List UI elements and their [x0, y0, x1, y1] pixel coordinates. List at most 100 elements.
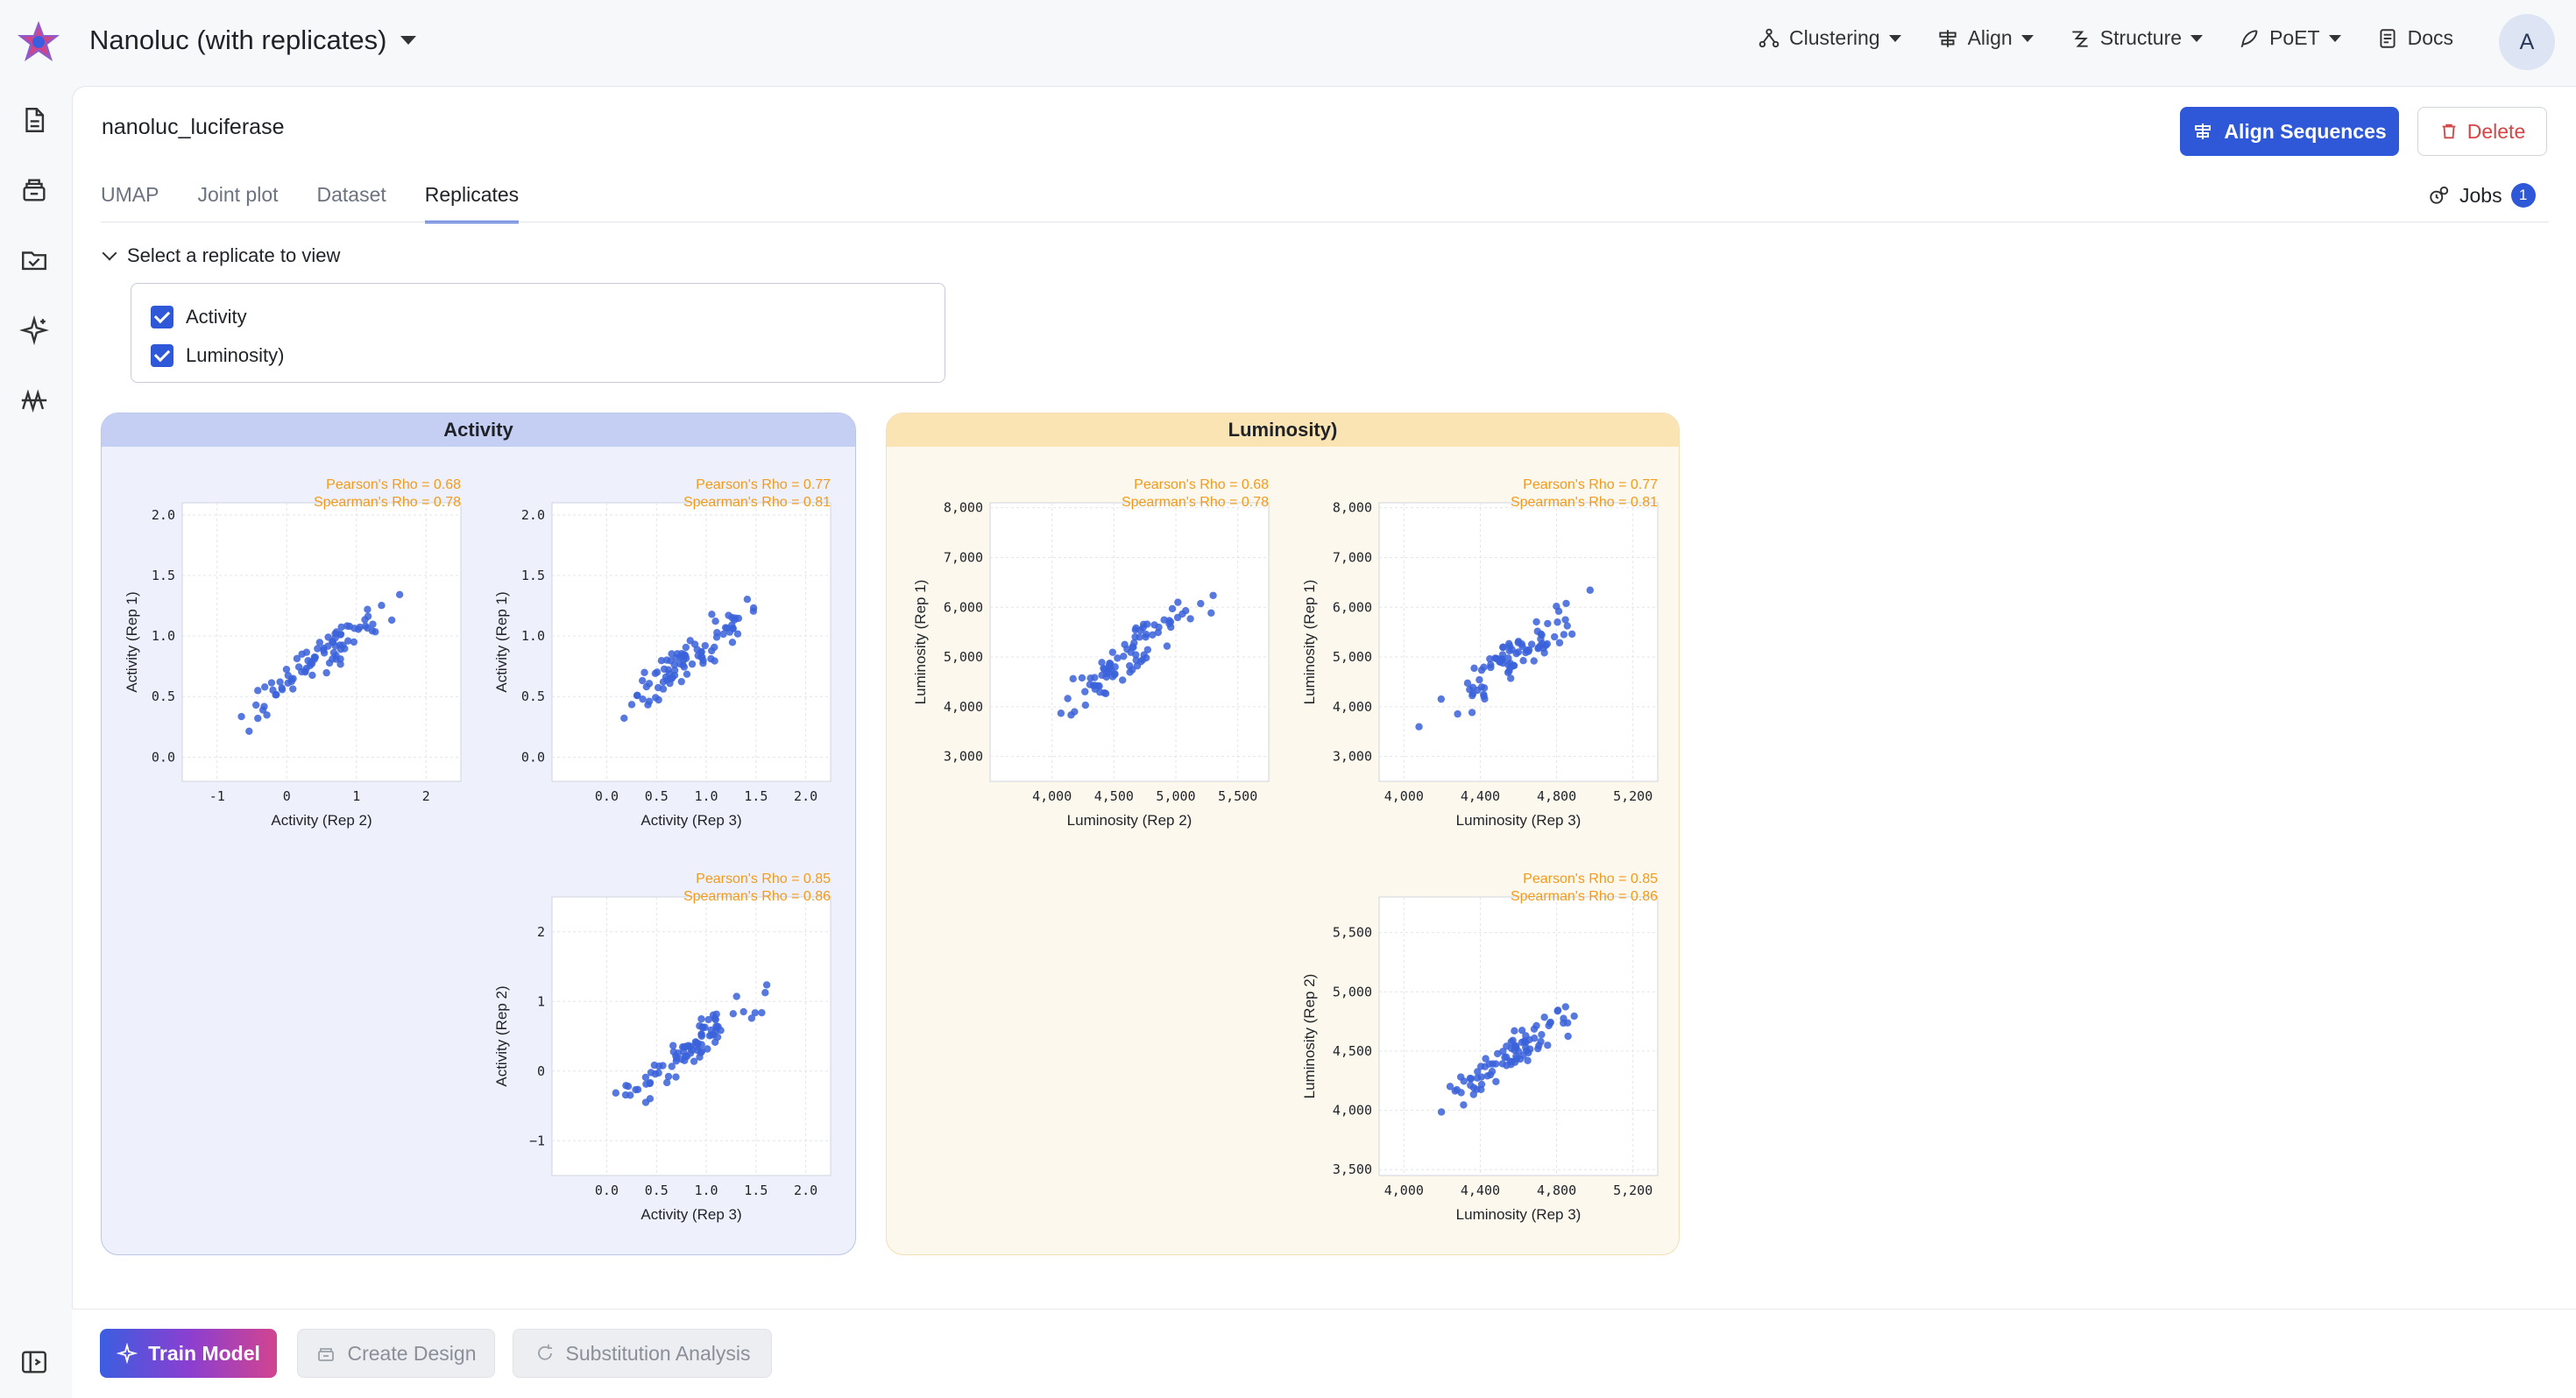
- data-point: [642, 682, 651, 691]
- data-point: [1078, 674, 1086, 682]
- y-tick-label: 3,500: [1333, 1161, 1372, 1177]
- data-point: [733, 630, 742, 638]
- data-point: [1511, 1027, 1518, 1035]
- app-logo-icon[interactable]: [16, 19, 61, 65]
- design-icon: [318, 1348, 335, 1361]
- jobs-button[interactable]: Jobs 1: [2428, 183, 2536, 208]
- x-axis-label: Luminosity (Rep 2): [1067, 812, 1192, 829]
- delete-button[interactable]: Delete: [2417, 107, 2547, 156]
- spearman-annotation: Spearman's Rho = 0.86: [1511, 889, 1658, 904]
- data-point: [1207, 609, 1215, 618]
- luminosity-scatter-plots: 4,000 4,500 5,000 5,500 8,000 7,000 6,000 5,000…: [912, 477, 1659, 1223]
- substitution-analysis-button[interactable]: Substitution Analysis: [513, 1329, 772, 1378]
- data-point: [298, 650, 306, 658]
- data-point: [1568, 630, 1576, 639]
- sidebar-item-documents[interactable]: [19, 105, 51, 137]
- y-tick-label: −1: [529, 1133, 545, 1148]
- tab-replicates[interactable]: Replicates: [424, 183, 520, 223]
- menu-label: Structure: [2099, 26, 2183, 49]
- menu-structure[interactable]: Structure: [2069, 26, 2204, 50]
- project-selector[interactable]: Nanoluc (with replicates): [89, 25, 417, 56]
- scatter-plot-2: 0.0 0.5 1.0 1.5 2.0 2 1 0 −1 Activity (Rep 3) Acti…: [493, 872, 832, 1223]
- data-point: [361, 616, 369, 624]
- scatter-plot-3: 4,000 4,500 5,000 5,500 8,000 7,000 6,000 5,000…: [912, 477, 1270, 829]
- data-point: [1480, 663, 1488, 671]
- create-design-button[interactable]: Create Design: [297, 1329, 495, 1378]
- chevron-down-icon: [2328, 34, 2341, 42]
- data-point: [1150, 621, 1158, 629]
- menu-clustering[interactable]: Clustering: [1758, 26, 1901, 50]
- data-point: [1493, 1049, 1502, 1058]
- sparkle-icon: [117, 1343, 138, 1364]
- data-point: [350, 638, 358, 646]
- data-point: [1081, 688, 1089, 695]
- data-point: [725, 628, 734, 636]
- data-point: [1532, 1021, 1540, 1030]
- data-point: [372, 628, 379, 636]
- data-point: [672, 1073, 680, 1081]
- replicate-option-activity[interactable]: Activity: [151, 298, 925, 336]
- folder-check-icon: [22, 251, 46, 271]
- data-point: [1131, 632, 1139, 641]
- checkbox-checked[interactable]: [151, 306, 173, 328]
- x-axis-label: Luminosity (Rep 3): [1456, 812, 1582, 829]
- data-point: [1437, 1108, 1446, 1116]
- x-tick-label: 0: [283, 788, 291, 804]
- y-tick-label: 1.5: [521, 568, 545, 583]
- data-point: [387, 616, 396, 625]
- x-tick-label: 1.0: [694, 788, 718, 804]
- data-point: [267, 679, 276, 687]
- y-tick-label: 0: [537, 1063, 545, 1079]
- data-point: [1544, 1041, 1552, 1049]
- data-point: [1492, 654, 1501, 663]
- menu-align[interactable]: Align: [1936, 26, 2034, 50]
- pearson-annotation: Pearson's Rho = 0.68: [326, 477, 461, 492]
- data-point: [646, 1079, 654, 1088]
- data-point: [655, 1069, 662, 1077]
- data-point: [1519, 657, 1527, 665]
- replicate-selector-toggle[interactable]: Select a replicate to view: [102, 244, 341, 267]
- checkbox-checked[interactable]: [151, 344, 173, 367]
- replicate-selector-label: Select a replicate to view: [127, 244, 341, 266]
- spearman-annotation: Spearman's Rho = 0.78: [314, 495, 461, 510]
- data-point: [1160, 616, 1168, 624]
- tab-umap[interactable]: UMAP: [101, 183, 159, 223]
- tab-dataset[interactable]: Dataset: [317, 183, 386, 223]
- menu-docs[interactable]: Docs: [2376, 26, 2453, 50]
- data-point: [666, 679, 674, 688]
- tab-joint-plot[interactable]: Joint plot: [197, 183, 278, 223]
- data-point: [677, 1056, 686, 1063]
- sidebar-item-datasets[interactable]: [19, 175, 51, 207]
- sidebar-item-analysis[interactable]: [19, 385, 51, 417]
- x-axis-label: Activity (Rep 3): [640, 812, 741, 829]
- x-tick-label: 0.5: [645, 788, 669, 804]
- data-point: [662, 1078, 671, 1087]
- data-point: [673, 650, 682, 658]
- train-model-button[interactable]: Train Model: [100, 1329, 277, 1378]
- data-point: [652, 694, 660, 702]
- replicate-option-luminosity[interactable]: Luminosity): [151, 336, 925, 375]
- sidebar-item-projects[interactable]: [19, 245, 51, 277]
- y-tick-label: 2: [537, 924, 545, 940]
- collapse-sidebar-button[interactable]: [19, 1347, 51, 1379]
- align-sequences-button[interactable]: Align Sequences: [2180, 107, 2399, 156]
- data-point: [650, 1061, 659, 1070]
- data-point: [728, 639, 737, 646]
- data-point: [1480, 692, 1488, 700]
- y-tick-label: 3,000: [1333, 749, 1372, 765]
- data-point: [1181, 607, 1190, 615]
- data-point: [1096, 688, 1104, 696]
- avatar[interactable]: A: [2499, 14, 2555, 70]
- data-point: [254, 714, 262, 723]
- data-point: [639, 676, 647, 685]
- x-axis-label: Luminosity (Rep 3): [1456, 1206, 1582, 1223]
- data-point: [364, 605, 372, 613]
- data-point: [258, 706, 267, 714]
- data-point: [1132, 624, 1140, 632]
- chevron-down-icon: [102, 245, 117, 261]
- menu-poet[interactable]: PoET: [2238, 26, 2341, 50]
- data-point: [1108, 648, 1117, 656]
- data-point: [1498, 651, 1507, 659]
- sidebar-item-design[interactable]: [18, 314, 51, 347]
- data-point: [395, 590, 404, 599]
